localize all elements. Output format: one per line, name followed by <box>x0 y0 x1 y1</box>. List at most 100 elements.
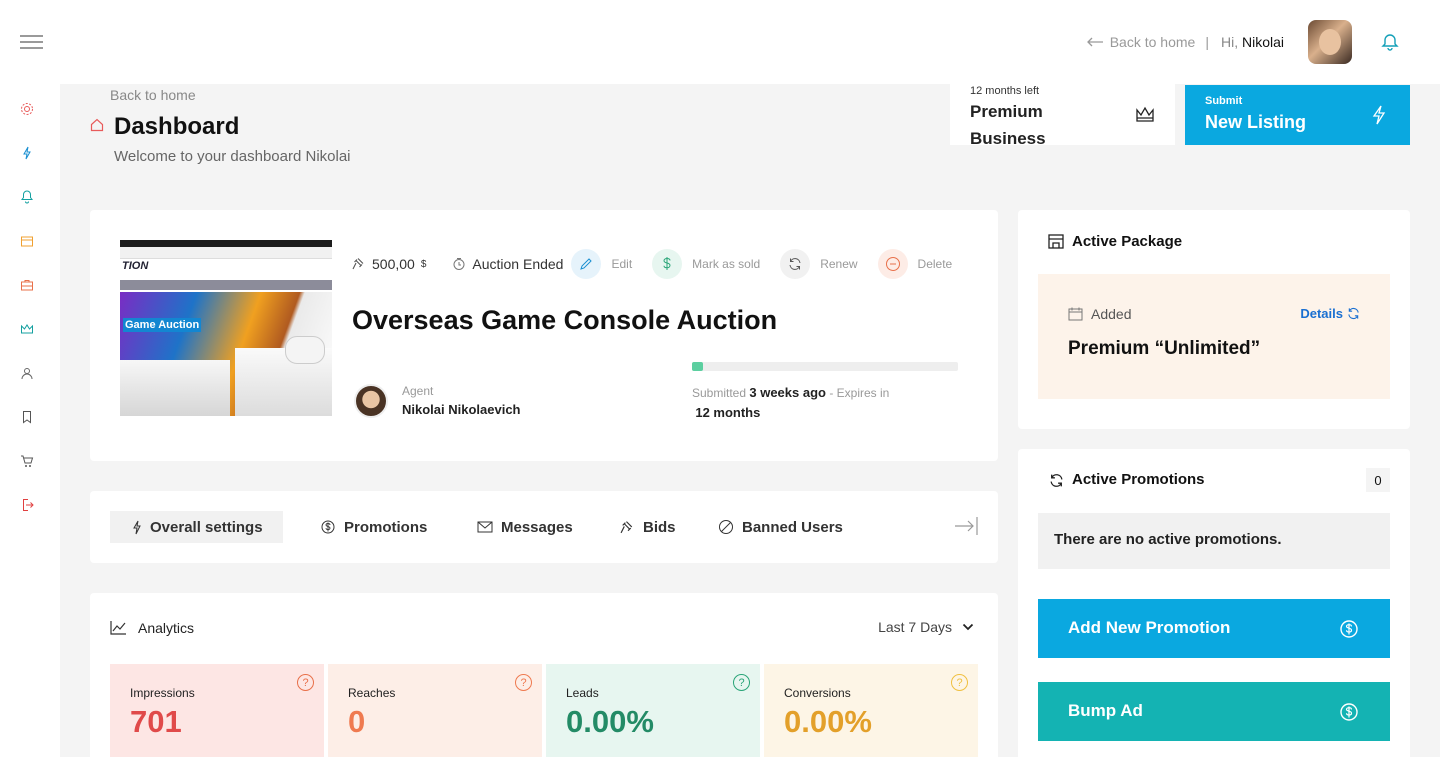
stat-label: Leads <box>566 686 599 700</box>
breadcrumb[interactable]: Back to home <box>110 87 196 103</box>
tab-messages[interactable]: Messages <box>477 511 573 543</box>
sidebar-briefcase-icon[interactable] <box>19 277 35 293</box>
greeting-user-name: Nikolai <box>1241 34 1284 50</box>
bolt-icon <box>1372 105 1386 125</box>
active-package-card: Active Package Added Details Premium “Un… <box>1018 210 1410 429</box>
add-promotion-label: Add New Promotion <box>1068 618 1231 637</box>
help-icon[interactable]: ? <box>733 674 750 691</box>
premium-plan-card[interactable]: 12 months left Premium Business <box>950 84 1175 148</box>
listing-status: Auction Ended <box>452 256 563 272</box>
progress-fill <box>692 362 703 371</box>
stat-value: 0.00% <box>784 704 872 739</box>
premium-plan-line1: Premium <box>970 102 1043 121</box>
refresh-icon <box>1050 474 1063 487</box>
tab-promotions[interactable]: Promotions <box>320 511 427 543</box>
greeting: Hi, Nikolai <box>1221 34 1284 50</box>
package-added-label: Added <box>1091 306 1132 322</box>
package-name: Premium “Unlimited” <box>1068 338 1261 359</box>
agent-avatar[interactable] <box>354 384 388 418</box>
help-icon[interactable]: ? <box>951 674 968 691</box>
tab-label: Promotions <box>344 518 428 536</box>
details-label: Details <box>1300 306 1343 321</box>
top-back-home-link[interactable]: Back to home <box>1086 34 1195 50</box>
edit-button[interactable]: Edit <box>571 249 632 279</box>
mark-sold-button[interactable]: Mark as sold <box>652 249 760 279</box>
sidebar-bolt-icon[interactable] <box>19 145 35 161</box>
submitted-value: 3 weeks ago <box>749 385 826 400</box>
arrow-left-icon <box>1086 37 1103 47</box>
sidebar-store-icon[interactable] <box>19 233 35 249</box>
range-select[interactable]: Last 7 Days <box>878 619 974 635</box>
top-right-area: Back to home | Hi, Nikolai <box>1086 20 1400 64</box>
renew-button[interactable]: Renew <box>780 249 858 279</box>
chevron-down-icon <box>962 623 974 631</box>
submitted-label: Submitted <box>692 386 747 400</box>
stat-leads: Leads 0.00% ? <box>546 664 760 757</box>
tab-label: Banned Users <box>742 518 843 536</box>
bump-ad-label: Bump Ad <box>1068 701 1143 720</box>
premium-plan-name: Premium Business <box>970 98 1046 152</box>
clock-icon <box>453 258 465 270</box>
analytics-card: Analytics Last 7 Days Impressions 701 ? … <box>90 593 998 757</box>
price-currency: $ <box>420 258 427 270</box>
submit-new-listing-button[interactable]: Submit New Listing <box>1185 85 1410 145</box>
package-details-link[interactable]: Details <box>1300 306 1360 321</box>
add-new-promotion-button[interactable]: Add New Promotion <box>1038 599 1390 658</box>
stat-value: 701 <box>130 704 182 739</box>
agent-label: Agent <box>402 384 434 398</box>
stat-conversions: Conversions 0.00% ? <box>764 664 978 757</box>
premium-time-left: 12 months left <box>970 85 1040 97</box>
listing-card: TION Game Auction 500,00 $ Auction Ended … <box>90 210 998 461</box>
store-icon <box>1048 234 1064 249</box>
menu-icon[interactable] <box>20 35 43 49</box>
sidebar-crown-icon[interactable] <box>19 321 35 337</box>
help-icon[interactable]: ? <box>297 674 314 691</box>
sidebar <box>0 84 60 757</box>
pencil-icon <box>571 249 602 279</box>
tab-bids[interactable]: Bids <box>620 511 676 543</box>
delete-button[interactable]: Delete <box>877 249 953 279</box>
range-value: Last 7 Days <box>878 619 952 635</box>
price-value: 500,00 <box>372 256 415 272</box>
promotions-count-badge: 0 <box>1366 468 1390 492</box>
submitted-info: Submitted 3 weeks ago - Expires in 12 mo… <box>692 383 932 423</box>
analytics-title: Analytics <box>138 620 195 636</box>
scroll-right-icon[interactable] <box>954 516 978 536</box>
help-icon[interactable]: ? <box>515 674 532 691</box>
mark-sold-label: Mark as sold <box>692 257 761 271</box>
stat-label: Conversions <box>784 686 851 700</box>
refresh-icon <box>780 249 811 279</box>
delete-label: Delete <box>917 257 953 271</box>
thumb-hero-text: Game Auction <box>123 318 202 332</box>
thumb-logo: TION <box>122 260 149 272</box>
package-box: Added Details Premium “Unlimited” <box>1038 274 1390 399</box>
stat-value: 0.00% <box>566 704 654 739</box>
sidebar-user-icon[interactable] <box>19 365 35 381</box>
bump-ad-button[interactable]: Bump Ad <box>1038 682 1390 741</box>
refresh-icon <box>1348 307 1359 320</box>
bell-icon[interactable] <box>1380 32 1400 52</box>
listing-thumbnail[interactable]: TION Game Auction <box>120 240 332 416</box>
tab-overall-settings[interactable]: Overall settings <box>110 511 283 543</box>
submit-small-label: Submit <box>1205 95 1243 107</box>
stat-reaches: Reaches 0 ? <box>328 664 542 757</box>
active-promotions-card: Active Promotions 0 There are no active … <box>1018 449 1410 757</box>
home-icon <box>90 118 104 132</box>
sidebar-bell-icon[interactable] <box>19 189 35 205</box>
calendar-icon <box>1068 307 1083 321</box>
crown-icon <box>1136 106 1154 122</box>
stat-impressions: Impressions 701 ? <box>110 664 324 757</box>
sidebar-logout-icon[interactable] <box>19 497 35 513</box>
bolt-icon <box>133 520 141 534</box>
sidebar-settings-icon[interactable] <box>19 101 35 117</box>
sidebar-cart-icon[interactable] <box>19 453 35 469</box>
minus-circle-icon <box>877 249 908 279</box>
avatar[interactable] <box>1308 20 1352 64</box>
agent-name[interactable]: Nikolai Nikolaevich <box>402 402 521 417</box>
expires-label: - Expires in <box>829 386 890 400</box>
tab-label: Messages <box>501 518 573 536</box>
tab-label: Overall settings <box>150 518 263 536</box>
sidebar-bookmark-icon[interactable] <box>19 409 35 425</box>
listing-title[interactable]: Overseas Game Console Auction <box>352 305 777 336</box>
tab-banned-users[interactable]: Banned Users <box>718 511 843 543</box>
